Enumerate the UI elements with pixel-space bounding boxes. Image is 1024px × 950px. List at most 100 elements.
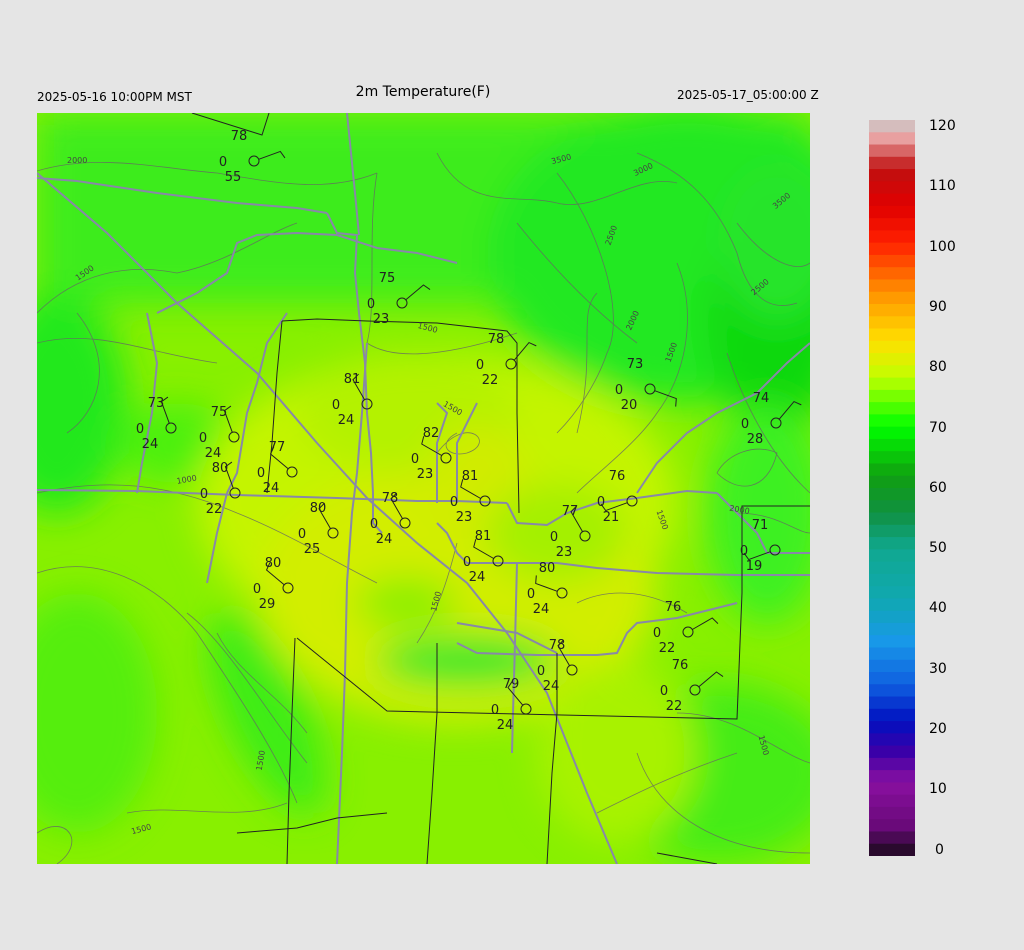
color-scale-band [869, 512, 915, 526]
color-scale-band [869, 254, 915, 268]
color-scale-tick: 80 [929, 359, 947, 376]
station-value: 0 [298, 527, 306, 542]
color-scale-band [869, 770, 915, 783]
station-value: 22 [482, 373, 499, 388]
color-scale-band [869, 524, 915, 538]
color-scale-band [869, 635, 915, 649]
station-value: 21 [603, 510, 620, 525]
station-value: 0 [136, 422, 144, 437]
color-scale-band [869, 488, 915, 501]
color-scale-tick: 30 [929, 660, 947, 677]
color-scale-tick: 110 [929, 178, 956, 195]
station-value: 0 [450, 495, 458, 510]
color-scale-band [869, 463, 915, 477]
station-value: 19 [746, 559, 763, 574]
color-scale-band [869, 193, 915, 207]
station-value: 80 [265, 556, 282, 571]
station-value: 0 [199, 431, 207, 446]
station-value: 28 [747, 432, 764, 447]
color-scale-band [869, 120, 915, 133]
station-value: 0 [476, 358, 484, 373]
color-scale-tick: 70 [929, 419, 947, 436]
station-value: 25 [304, 542, 321, 557]
station-value: 77 [269, 440, 286, 455]
color-scale-tick: 90 [929, 298, 947, 315]
station-value: 80 [212, 461, 229, 476]
color-scale-band [869, 156, 915, 170]
color-scale-band [869, 696, 915, 710]
color-scale-tick: 120 [929, 118, 956, 134]
color-scale-band [869, 402, 915, 415]
color-scale-band [869, 794, 915, 808]
station-value: 78 [488, 332, 505, 347]
color-scale-band [869, 708, 915, 722]
color-scale-band [869, 721, 915, 734]
station-value: 0 [370, 517, 378, 532]
station-value: 0 [740, 544, 748, 559]
station-value: 73 [627, 357, 644, 372]
color-scale-band [869, 316, 915, 330]
station-value: 75 [379, 271, 396, 286]
color-scale-band [869, 586, 915, 599]
color-scale-bar [869, 120, 915, 856]
station-value: 0 [200, 487, 208, 502]
color-scale-band [869, 132, 915, 146]
color-scale-band [869, 230, 915, 244]
station-value: 80 [539, 561, 556, 576]
color-scale-band [869, 340, 915, 354]
station-value: 0 [660, 684, 668, 699]
station-value: 76 [609, 469, 626, 484]
color-scale-band [869, 598, 915, 612]
color-scale-band [869, 389, 915, 403]
station-value: 23 [456, 510, 473, 525]
station-value: 24 [469, 570, 486, 585]
color-scale-tick: 20 [929, 721, 947, 737]
station-value: 78 [382, 491, 399, 506]
station-value: 73 [148, 396, 165, 411]
color-scale-band [869, 279, 915, 293]
station-value: 0 [367, 297, 375, 312]
color-scale-band [869, 291, 915, 305]
station-value: 24 [533, 602, 550, 617]
color-scale-band [869, 451, 915, 465]
color-scale-band [869, 353, 915, 366]
station-value: 0 [741, 417, 749, 432]
station-value: 24 [543, 679, 560, 694]
color-scale-tick: 50 [929, 540, 947, 557]
color-scale-band [869, 205, 915, 219]
station-value: 0 [527, 587, 535, 602]
station-value: 24 [338, 413, 355, 428]
station-value: 22 [206, 502, 223, 517]
station-value: 71 [752, 518, 769, 533]
station-value: 0 [332, 398, 340, 413]
color-scale-band [869, 647, 915, 661]
color-scale-tick: 10 [929, 781, 947, 798]
station-value: 75 [211, 405, 228, 420]
station-value: 77 [562, 504, 579, 519]
station-value: 0 [463, 555, 471, 570]
color-scale-band [869, 745, 915, 759]
color-scale-band [869, 684, 915, 698]
color-scale-band [869, 831, 915, 845]
color-scale-band [869, 267, 915, 281]
station-value: 23 [556, 545, 573, 560]
station-value: 23 [417, 467, 434, 482]
color-scale-band [869, 757, 915, 771]
station-value: 24 [263, 481, 280, 496]
station-value: 24 [205, 446, 222, 461]
color-scale-band [869, 414, 915, 428]
station-value: 24 [376, 532, 393, 547]
station-value: 55 [225, 170, 242, 185]
station-value: 79 [503, 677, 520, 692]
color-scale-band [869, 672, 915, 685]
station-value: 24 [497, 718, 514, 733]
station-value: 0 [411, 452, 419, 467]
station-value: 23 [373, 312, 390, 327]
color-scale-tick: 0 [935, 841, 944, 858]
station-value: 81 [344, 372, 361, 387]
station-value: 80 [310, 501, 327, 516]
color-scale-band [869, 782, 915, 796]
temperature-field: 2000 1500 1000 3500 3000 3500 2500 2000 … [37, 113, 810, 864]
station-value: 74 [753, 391, 770, 406]
station-value: 78 [231, 129, 248, 144]
